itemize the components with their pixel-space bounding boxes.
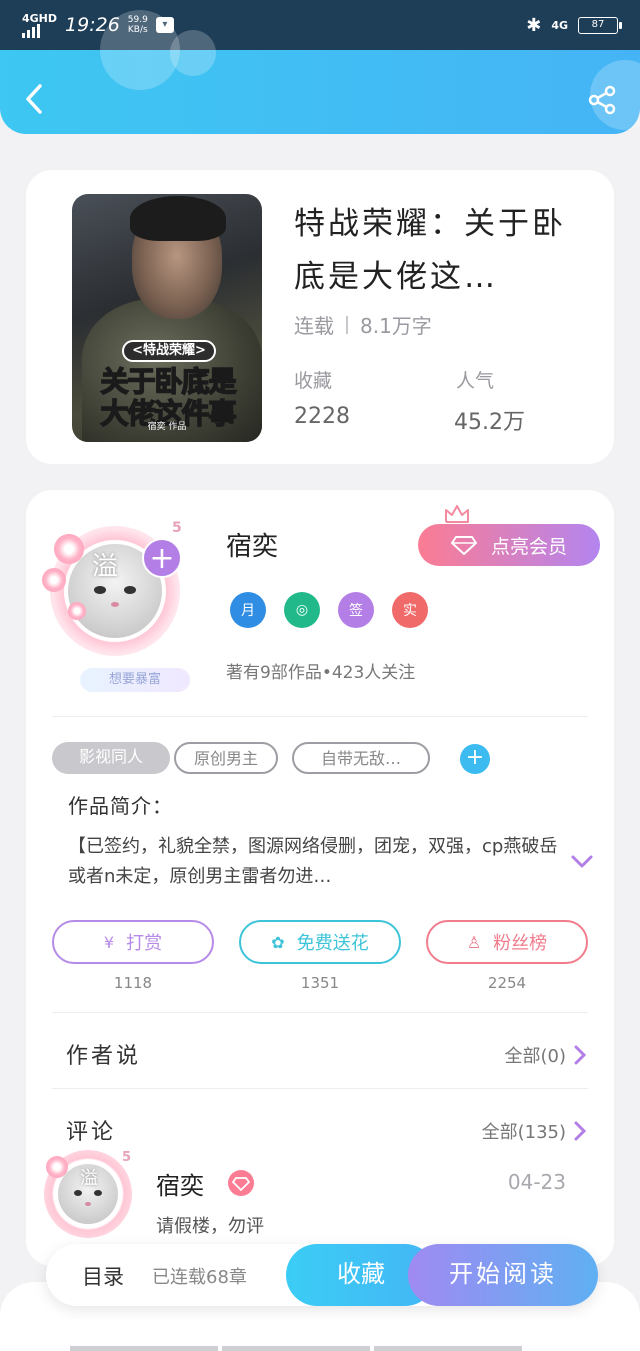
chevron-right-icon bbox=[574, 1045, 586, 1065]
chapters-count: 已连载68章 bbox=[152, 1267, 247, 1288]
avatar-level: 5 bbox=[172, 520, 182, 536]
start-reading-button[interactable]: 开始阅读 bbox=[408, 1244, 598, 1306]
comment-avatar[interactable]: 溢 bbox=[44, 1150, 132, 1238]
vip-button[interactable]: 点亮会员 bbox=[418, 524, 600, 566]
tag-item[interactable]: 原创男主 bbox=[174, 742, 278, 774]
intro-title: 作品简介： bbox=[68, 794, 173, 818]
cover-author: 宿奕 作品 bbox=[147, 422, 187, 432]
flower-icon: ✿ bbox=[271, 932, 285, 952]
bottom-action-bar: 目录 已连载68章 收藏 开始阅读 bbox=[46, 1244, 598, 1306]
top-header bbox=[0, 10, 640, 134]
tag-item[interactable]: 影视同人 bbox=[52, 742, 170, 774]
book-status: 连载 bbox=[294, 314, 334, 338]
user-heart-icon: ♙ bbox=[466, 932, 482, 952]
verified-badge-icon[interactable]: 实 bbox=[392, 592, 428, 628]
vip-diamond-icon bbox=[228, 1170, 254, 1196]
chevron-right-icon bbox=[574, 1121, 586, 1141]
network-type: 4GHD bbox=[22, 11, 58, 25]
book-meta: 连载 8.1万字 bbox=[294, 310, 432, 339]
book-info-card: <特战荣耀> 关于卧底是 大佬这件事 宿奕 作品 特战荣耀：关于卧底是大佬这… … bbox=[26, 170, 614, 464]
tip-button[interactable]: ¥ 打赏 bbox=[52, 920, 214, 964]
popularity-label: 人气 bbox=[456, 370, 495, 392]
back-arrow-icon[interactable] bbox=[22, 82, 46, 116]
author-says-more[interactable]: 全部(0) bbox=[505, 1042, 586, 1068]
divider bbox=[52, 1012, 588, 1013]
book-title: 特战荣耀：关于卧底是大佬这… bbox=[294, 206, 566, 295]
divider bbox=[52, 1088, 588, 1089]
fan-rank-count: 2254 bbox=[487, 974, 527, 992]
signal-icon bbox=[22, 23, 57, 38]
crown-icon bbox=[445, 505, 469, 523]
author-name[interactable]: 宿奕 bbox=[226, 526, 278, 563]
author-stats: 著有9部作品•423人关注 bbox=[226, 663, 416, 683]
fan-rank-button[interactable]: ♙ 粉丝榜 bbox=[426, 920, 588, 964]
divider bbox=[52, 716, 588, 717]
yen-icon: ¥ bbox=[103, 932, 115, 952]
add-follow-button[interactable]: + bbox=[142, 538, 182, 578]
send-flower-button[interactable]: ✿ 免费送花 bbox=[239, 920, 401, 964]
avatar-tag: 想要暴富 bbox=[80, 668, 190, 692]
status-bar: 4GHD 19:26 59.9 KB/s ▾ ✱ 4G 87 bbox=[0, 0, 640, 50]
signed-badge-icon[interactable]: 签 bbox=[338, 592, 374, 628]
handshake-badge-icon[interactable]: ◎ bbox=[284, 592, 320, 628]
tip-count: 1118 bbox=[113, 974, 153, 992]
bottom-strips bbox=[70, 1346, 522, 1351]
book-cover[interactable]: <特战荣耀> 关于卧底是 大佬这件事 宿奕 作品 bbox=[72, 194, 262, 442]
network-right: 4G bbox=[551, 18, 568, 32]
cover-subtitle: <特战荣耀> bbox=[122, 340, 216, 362]
popularity-value: 45.2万 bbox=[454, 410, 525, 435]
comments-title: 评论 bbox=[66, 1120, 117, 1145]
share-icon[interactable] bbox=[586, 84, 618, 116]
chevron-down-icon[interactable] bbox=[570, 854, 594, 870]
add-tag-button[interactable]: + bbox=[460, 744, 490, 774]
author-says-title: 作者说 bbox=[66, 1044, 142, 1069]
comments-more[interactable]: 全部(135) bbox=[482, 1118, 586, 1144]
diamond-icon bbox=[450, 536, 477, 555]
author-detail-card: 溢 5 想要暴富 + 宿奕 点亮会员 月 ◎ 签 实 著有9部作品•423人关注… bbox=[26, 490, 614, 1266]
author-badges: 月 ◎ 签 实 bbox=[230, 592, 428, 628]
avatar-text: 溢 bbox=[92, 552, 119, 582]
collect-label: 收藏 bbox=[294, 370, 333, 392]
tag-item[interactable]: 自带无敌… bbox=[292, 742, 430, 774]
word-count: 8.1万字 bbox=[360, 314, 432, 338]
comment-author-name[interactable]: 宿奕 bbox=[156, 1166, 204, 1201]
comment-date: 04-23 bbox=[507, 1170, 566, 1194]
collect-value: 2228 bbox=[294, 404, 350, 429]
comment-text: 请假楼，勿评 bbox=[156, 1216, 264, 1237]
bluetooth-icon: ✱ bbox=[526, 14, 542, 36]
flower-count: 1351 bbox=[300, 974, 340, 992]
monthly-badge-icon[interactable]: 月 bbox=[230, 592, 266, 628]
toc-button[interactable]: 目录 bbox=[82, 1261, 124, 1291]
intro-text: 【已签约，礼貌全禁，图源网络侵删，团宠，双强，cp燕破岳或者n未定，原创男主雷者… bbox=[68, 836, 558, 887]
comment-level: 5 bbox=[122, 1150, 132, 1165]
battery-icon: 87 bbox=[578, 16, 622, 34]
